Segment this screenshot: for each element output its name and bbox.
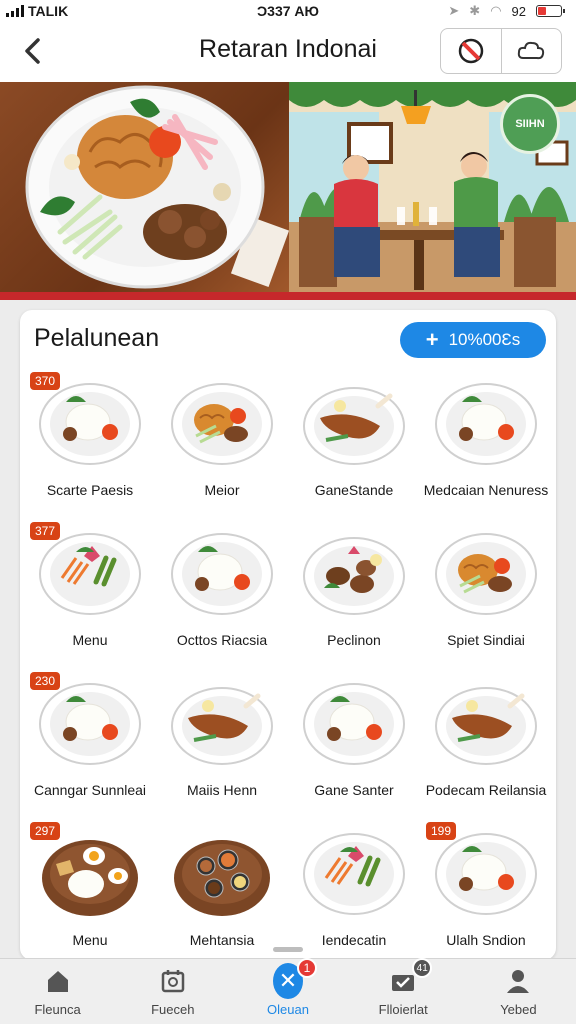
price-badge: 230 <box>30 672 61 690</box>
menu-item-name: Octtos Riacsia <box>176 632 268 648</box>
menu-item[interactable]: Maiis Henn <box>156 666 288 816</box>
menu-item-name: Scarte Paesis <box>46 482 134 498</box>
menu-title: Pelalunean <box>34 324 160 352</box>
carrier-label: TALIK <box>28 3 69 19</box>
block-button[interactable] <box>441 29 502 73</box>
no-entry-icon <box>458 38 483 64</box>
plus-icon: + <box>425 327 439 352</box>
dish-image <box>168 376 276 468</box>
wifi-icon: ◠ <box>490 3 502 18</box>
menu-item[interactable]: Meior <box>156 366 288 516</box>
price-badge: 199 <box>426 822 457 840</box>
hero-stripe <box>0 292 576 300</box>
notification-badge: 41 <box>412 958 433 978</box>
notification-badge: 1 <box>297 958 317 978</box>
calendar-icon <box>158 966 188 996</box>
menu-item-name: GaneStande <box>314 482 394 498</box>
menu-item-name: Ulalh Sndion <box>446 932 526 948</box>
menu-item[interactable]: Mehtansia <box>156 816 288 960</box>
cloud-icon <box>518 41 545 60</box>
tab-label: Flloierlat <box>378 1002 428 1017</box>
dish-image <box>300 826 408 918</box>
close-icon: ✕ 1 <box>273 958 317 999</box>
menu-item-name: Menu <box>72 632 108 648</box>
status-bar: TALIK Ͻ337 AЮ ➤ ✱ ◠ 92 <box>0 0 576 22</box>
menu-item-name: Gane Santer <box>314 782 394 798</box>
dish-image <box>432 376 540 468</box>
tab-oleuan[interactable]: ✕ 1 Oleuan <box>230 958 345 1024</box>
price-badge: 370 <box>30 372 61 390</box>
menu-item[interactable]: Peclinon <box>288 516 420 666</box>
menu-item[interactable]: 377 Menu <box>24 516 156 666</box>
status-left: TALIK <box>6 3 68 19</box>
restaurant-logo: SIIHN <box>500 94 560 154</box>
battery-icon <box>536 5 565 17</box>
menu-item-name: Podecam Reilansia <box>425 782 547 798</box>
menu-item[interactable]: Medcaian Nenuress <box>420 366 552 516</box>
menu-item-name: Maiis Henn <box>186 782 258 798</box>
menu-item[interactable]: Podecam Reilansia <box>420 666 552 816</box>
add-button[interactable]: + 10%00Ɛs <box>400 322 546 358</box>
menu-item[interactable]: Gane Santer <box>288 666 420 816</box>
price-badge: 377 <box>30 522 61 540</box>
menu-item-name: Mehtansia <box>189 932 255 948</box>
battery-fill <box>538 7 546 15</box>
scroll-indicator[interactable] <box>273 947 303 952</box>
hero-banner: SIIHN <box>0 82 576 300</box>
menu-item[interactable]: 199 Ulalh Sndion <box>420 816 552 960</box>
menu-grid: 370 Scarte Paesis Meior GaneStande Medcaian … <box>24 366 552 960</box>
menu-item-name: Meior <box>204 482 240 498</box>
menu-item-name: Menu <box>72 932 108 948</box>
bottom-tab-bar: Fleunca Fueceh ✕ 1 Oleuan 41 Flloierlat Yebed <box>0 958 576 1024</box>
dish-image <box>300 676 408 768</box>
tab-fueceh[interactable]: Fueceh <box>115 959 230 1024</box>
tab-label: Fueceh <box>151 1002 195 1017</box>
hero-restaurant-photo: SIIHN <box>289 82 576 292</box>
dish-image <box>432 526 540 618</box>
dish-image <box>168 826 276 918</box>
menu-item[interactable]: Iendecatin <box>288 816 420 960</box>
menu-item[interactable]: 230 Canngar Sunnleai <box>24 666 156 816</box>
chevron-left-icon <box>25 38 40 64</box>
menu-item[interactable]: GaneStande <box>288 366 420 516</box>
dish-image <box>168 526 276 618</box>
home-icon <box>43 966 73 996</box>
dish-image <box>300 526 408 618</box>
inbox-icon: 41 <box>388 958 433 996</box>
add-button-label: 10%00Ɛs <box>448 330 521 349</box>
menu-item-name: Medcaian Nenuress <box>423 482 549 498</box>
menu-item[interactable]: 370 Scarte Paesis <box>24 366 156 516</box>
tab-yebed[interactable]: Yebed <box>461 959 576 1024</box>
dish-image <box>300 376 408 468</box>
battery-label: 92 <box>511 3 526 19</box>
menu-item-name: Peclinon <box>327 632 381 648</box>
menu-item-name: Canngar Sunnleai <box>33 782 147 798</box>
dish-image <box>168 676 276 768</box>
header-actions <box>440 28 562 74</box>
tab-flloierlat[interactable]: 41 Flloierlat <box>346 958 461 1024</box>
user-icon <box>503 966 533 996</box>
menu-item-name: Spiet Sindiai <box>447 632 525 648</box>
price-badge: 297 <box>30 822 61 840</box>
hero-dish-photo <box>0 82 290 292</box>
menu-item-name: Iendecatin <box>321 932 387 948</box>
menu-item[interactable]: 297 Menu <box>24 816 156 960</box>
app-header: Retaran Indonai <box>0 22 576 82</box>
menu-item[interactable]: Spiet Sindiai <box>420 516 552 666</box>
menu-item[interactable]: Octtos Riacsia <box>156 516 288 666</box>
chat-button[interactable] <box>502 29 562 73</box>
tab-label: Yebed <box>500 1002 537 1017</box>
tab-label: Oleuan <box>267 1002 309 1017</box>
tab-label: Fleunca <box>34 1002 81 1017</box>
back-button[interactable] <box>16 34 50 68</box>
location-icon: ➤ <box>448 3 460 18</box>
dish-image <box>432 676 540 768</box>
dish-illustration <box>25 85 290 289</box>
menu-panel: Pelalunean + 10%00Ɛs 370 Scarte Paesis Mei… <box>20 310 556 960</box>
tab-fleunca[interactable]: Fleunca <box>0 959 115 1024</box>
signal-icon <box>6 5 24 17</box>
bluetooth-icon: ✱ <box>469 3 481 18</box>
status-right: ➤ ✱ ◠ 92 <box>448 3 565 19</box>
